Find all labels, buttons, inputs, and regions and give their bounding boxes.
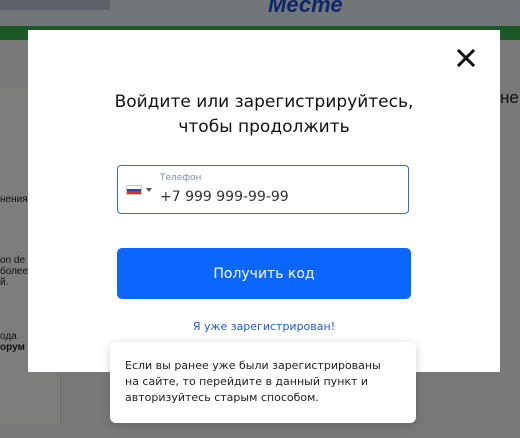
tooltip-arrow bbox=[232, 332, 252, 342]
modal-title: Войдите или зарегистрируйтесь, чтобы про… bbox=[28, 90, 500, 140]
modal-title-line: чтобы продолжить bbox=[178, 117, 350, 137]
close-button[interactable] bbox=[454, 46, 478, 70]
tooltip-line: авторизуйтесь старым способом. bbox=[125, 391, 319, 404]
phone-field[interactable]: Телефон bbox=[117, 165, 409, 214]
close-icon bbox=[456, 48, 476, 68]
tooltip: Если вы ранее уже были зарегистрированы … bbox=[110, 342, 416, 423]
phone-label: Телефон bbox=[160, 173, 202, 183]
russia-flag-icon bbox=[126, 185, 142, 195]
login-modal: Войдите или зарегистрируйтесь, чтобы про… bbox=[28, 30, 500, 372]
already-registered-link[interactable]: Я уже зарегистрирован! bbox=[28, 320, 500, 333]
chevron-down-icon bbox=[146, 188, 152, 192]
phone-input[interactable] bbox=[158, 186, 402, 208]
country-select[interactable] bbox=[126, 185, 154, 197]
tooltip-line: Если вы ранее уже были зарегистрированы bbox=[125, 359, 381, 372]
modal-title-line: Войдите или зарегистрируйтесь, bbox=[114, 92, 414, 112]
tooltip-line: на сайте, то перейдите в данный пункт и bbox=[125, 375, 369, 388]
get-code-button[interactable]: Получить код bbox=[117, 248, 411, 299]
